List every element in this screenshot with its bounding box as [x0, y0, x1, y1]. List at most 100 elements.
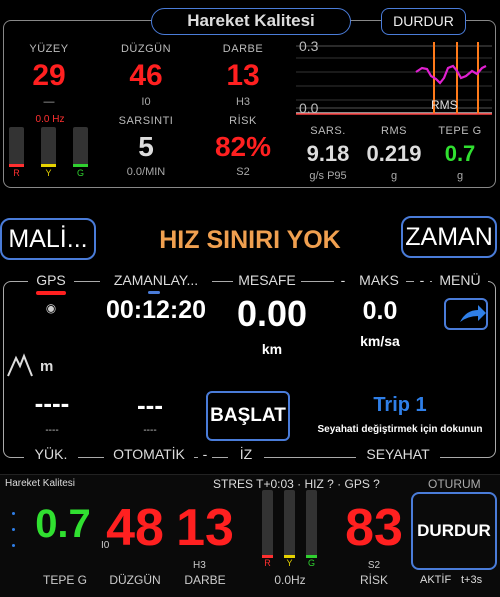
footer-smooth-value: 48 [106, 499, 164, 557]
active-label: AKTİF [420, 574, 452, 586]
max-speed-unit: km/sa [360, 333, 400, 349]
footer-risk-value: 83 [345, 499, 403, 557]
tab-separator-2: - [414, 272, 430, 288]
stop-button[interactable]: DURDUR [381, 8, 466, 35]
smooth-value: 46 [129, 59, 163, 92]
tab-max[interactable]: MAKS [352, 272, 406, 288]
tab-track[interactable]: İZ [228, 446, 264, 462]
footer-peak-label: TEPE G [42, 573, 87, 587]
share-icon [460, 305, 486, 322]
footer-impact-sub: H3 [193, 560, 206, 571]
active-time: t+3s [461, 574, 483, 586]
elapsed-time: 00:12:20 [105, 296, 207, 324]
tab-timer[interactable]: ZAMANLAY... [100, 272, 212, 288]
mountain-icon [6, 350, 34, 378]
impact-label: DARBE [222, 43, 264, 55]
rms-stat-label: RMS [381, 125, 407, 137]
next-page-label: ZAMAN [405, 223, 493, 251]
impact-value: 13 [226, 59, 260, 92]
auto-sub: ---- [143, 425, 157, 436]
footer-status: STRES T+0:03 · HIZ ? · GPS ? [213, 477, 380, 491]
footer-hz: 0.0Hz [274, 573, 306, 587]
smooth-label: DÜZGÜN [120, 43, 172, 55]
frequency-label: 0.0 Hz [35, 114, 65, 125]
speed-limit-label: HIZ SINIRI YOK [159, 226, 341, 254]
risk-sub: S2 [236, 166, 250, 178]
jerk-stat-label: SARS. [310, 125, 346, 137]
tab-gps[interactable]: GPS [28, 272, 74, 288]
impact-sub: H3 [235, 96, 251, 108]
meter-r-label: R [13, 168, 20, 178]
graph-y-bottom: 0.0 [299, 100, 319, 116]
footer-title: Hareket Kalitesi [5, 478, 76, 489]
footer-rgb-meters: R Y G [262, 490, 322, 568]
smooth-sub: I0 [141, 96, 151, 108]
panel-title: Hareket Kalitesi [151, 8, 351, 35]
footer-impact-label: DARBE [184, 573, 226, 587]
share-button[interactable] [444, 298, 488, 330]
gps-status-bar [36, 291, 66, 295]
surface-label: YÜZEY [29, 43, 69, 55]
rms-stat-value: 0.219 [366, 141, 422, 166]
meter-g-label: G [76, 168, 84, 178]
tab-load[interactable]: YÜK. [24, 446, 78, 462]
rms-stat-unit: g [390, 170, 398, 182]
tab-menu[interactable]: MENÜ [432, 272, 488, 288]
surface-value: 29 [32, 59, 66, 92]
jerk-stat-value: 9.18 [306, 141, 350, 166]
timer-indicator [148, 291, 160, 294]
prev-page-label: MALİ... [8, 225, 88, 253]
risk-label: RİSK [229, 115, 257, 127]
next-page-button[interactable]: ZAMAN [401, 216, 497, 258]
peakg-stat-unit: g [456, 170, 464, 182]
start-button[interactable]: BAŞLAT [206, 391, 290, 441]
meter-r [9, 127, 24, 167]
jerk-stat-unit: g/s P95 [309, 170, 347, 182]
footer-peak-value: 0.7 [35, 502, 91, 546]
surface-sub: — [43, 96, 55, 108]
auto-value: --- [137, 390, 163, 420]
footer-meter-y-label: Y [286, 558, 293, 568]
side-dots [12, 512, 16, 552]
footer-meter-r-label: R [264, 558, 271, 568]
tab-auto[interactable]: OTOMATİK [104, 446, 194, 462]
jerk-label: SARSINTI [118, 115, 174, 127]
peakg-stat-value: 0.7 [444, 141, 476, 166]
distance-value: 0.00 [236, 293, 308, 334]
rms-graph: 0.3 0.0 RMS [296, 38, 492, 116]
tab-trip[interactable]: SEYAHAT [356, 446, 440, 462]
trip-hint: Seyahati değiştirmek için dokunun [317, 424, 483, 435]
jerk-value: 5 [138, 131, 154, 162]
footer-meter-r [262, 490, 273, 558]
trip-name[interactable]: Trip 1 [330, 394, 470, 417]
rgb-meters: R Y G [9, 127, 89, 178]
footer-meter-y [284, 490, 295, 558]
footer-meter-g-label: G [307, 558, 315, 568]
session-label: OTURUM [428, 477, 481, 491]
altitude-value: ---- [34, 388, 70, 418]
footer-risk-label: RİSK [359, 573, 388, 587]
meter-y-label: Y [45, 168, 52, 178]
meter-y [41, 127, 56, 167]
jerk-sub: 0.0/MIN [126, 166, 166, 178]
target-icon: ◉ [45, 301, 57, 315]
tab-distance[interactable]: MESAFE [233, 272, 301, 288]
risk-value: 82% [214, 131, 272, 162]
distance-unit: km [261, 341, 283, 357]
footer-impact-value: 13 [176, 499, 234, 557]
prev-page-button[interactable]: MALİ... [0, 218, 96, 260]
tab-separator: - [334, 272, 352, 288]
footer-smooth-label: DÜZGÜN [109, 573, 161, 587]
max-speed-value: 0.0 [362, 297, 398, 325]
footer-meter-g [306, 490, 317, 558]
graph-y-top: 0.3 [299, 38, 319, 54]
peakg-stat-label: TEPE G [438, 125, 482, 137]
graph-label: RMS [431, 98, 458, 112]
footer-risk-sub: S2 [367, 560, 381, 571]
footer-smooth-sub: I0 [101, 540, 110, 551]
altitude-unit: m [40, 358, 54, 375]
altitude-sub: ---- [45, 425, 59, 436]
tab-separator-3: - [198, 446, 212, 462]
footer-stop-button[interactable]: DURDUR [411, 492, 497, 570]
meter-g [73, 127, 88, 167]
